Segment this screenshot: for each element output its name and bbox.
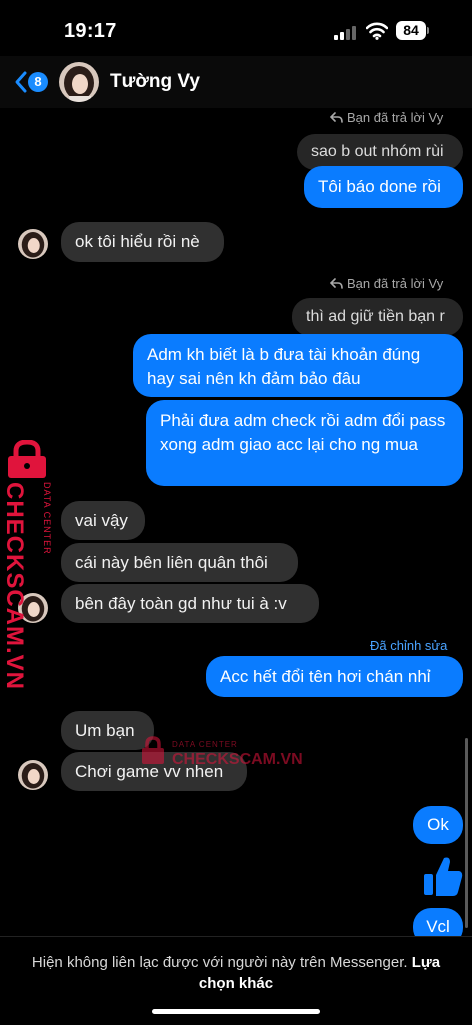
watermark-brand: CHECKSCAM.VN bbox=[172, 751, 303, 768]
chat-header: 8 Tường Vy bbox=[0, 56, 472, 108]
reply-arrow-icon bbox=[329, 112, 343, 123]
incoming-message[interactable]: bên đây toàn gd như tui à :v bbox=[61, 584, 319, 623]
watermark-logo: CHECKSCAM.VN DATA CENTER bbox=[1, 440, 54, 690]
incoming-message[interactable]: vai vậy bbox=[61, 501, 145, 540]
wifi-icon bbox=[366, 22, 388, 40]
home-indicator[interactable] bbox=[152, 1009, 320, 1014]
unavailable-notice: Hiện không liên lạc được với người này t… bbox=[22, 952, 450, 994]
reply-indicator: Bạn đã trả lời Vy bbox=[329, 110, 444, 125]
reply-indicator-text: Bạn đã trả lời Vy bbox=[347, 110, 444, 125]
watermark-center: DATA CENTER CHECKSCAM.VN bbox=[140, 736, 303, 776]
outgoing-message[interactable]: Phải đưa adm check rồi adm đổi pass xong… bbox=[146, 400, 463, 486]
cellular-signal-icon bbox=[334, 24, 362, 40]
scrollbar[interactable] bbox=[465, 738, 468, 928]
thumbs-up-icon[interactable] bbox=[422, 854, 464, 898]
padlock-icon bbox=[142, 736, 164, 764]
padlock-icon bbox=[8, 440, 46, 478]
reply-indicator-text: Bạn đã trả lời Vy bbox=[347, 276, 444, 291]
incoming-message[interactable]: cái này bên liên quân thôi bbox=[61, 543, 298, 582]
outgoing-message[interactable]: Tôi báo done rồi bbox=[304, 166, 463, 208]
reply-arrow-icon bbox=[329, 278, 343, 289]
reply-indicator: Bạn đã trả lời Vy bbox=[329, 276, 444, 291]
outgoing-message[interactable]: Ok bbox=[413, 806, 463, 844]
unavailable-notice-text: Hiện không liên lạc được với người này t… bbox=[31, 954, 408, 971]
outgoing-message[interactable]: Adm kh biết là b đưa tài khoản đúng hay … bbox=[133, 334, 463, 397]
status-time: 19:17 bbox=[64, 20, 117, 42]
outgoing-message[interactable]: Acc hết đổi tên hơi chán nhỉ bbox=[206, 656, 463, 697]
watermark-subtitle: DATA CENTER bbox=[172, 740, 238, 749]
quoted-message[interactable]: sao b out nhóm rùi bbox=[297, 134, 463, 170]
contact-avatar[interactable] bbox=[59, 62, 99, 102]
battery-icon: 84 bbox=[396, 21, 426, 40]
watermark-subtitle: DATA CENTER bbox=[42, 482, 52, 555]
incoming-message[interactable]: ok tôi hiểu rồi nè bbox=[61, 222, 224, 262]
unread-count-badge[interactable]: 8 bbox=[28, 72, 48, 92]
contact-name[interactable]: Tường Vy bbox=[110, 71, 200, 93]
quoted-message[interactable]: thì ad giữ tiền bạn r bbox=[292, 298, 463, 336]
battery-tip bbox=[427, 27, 429, 34]
edited-label: Đã chỉnh sửa bbox=[370, 638, 448, 653]
contact-avatar-small bbox=[18, 760, 48, 790]
status-bar: 19:17 84 bbox=[0, 0, 472, 56]
watermark-brand: CHECKSCAM.VN bbox=[1, 482, 28, 691]
contact-avatar-small bbox=[18, 229, 48, 259]
